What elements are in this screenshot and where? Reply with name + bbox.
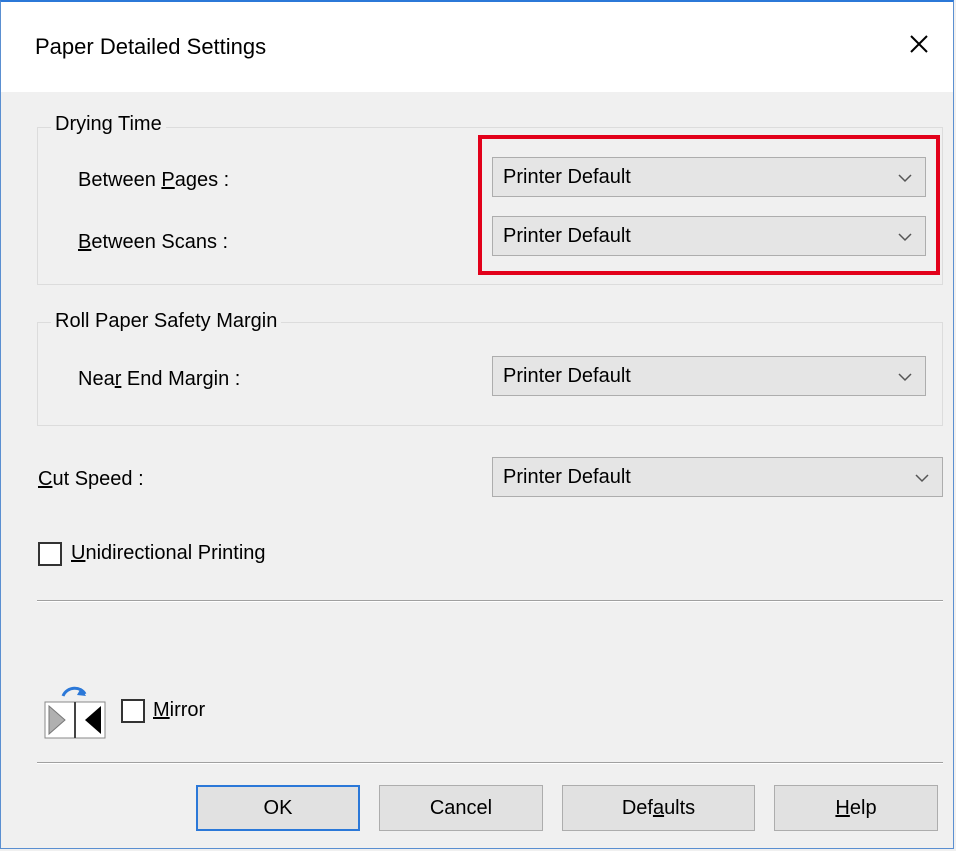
near-end-margin-dropdown[interactable]: Printer Default: [492, 356, 926, 396]
dialog-window: Paper Detailed Settings Drying Time Betw…: [0, 0, 954, 849]
highlight-box: [478, 135, 940, 275]
unidirectional-printing-label[interactable]: Unidirectional Printing: [71, 542, 266, 565]
mirror-print-icon: [43, 680, 107, 740]
mirror-checkbox[interactable]: [121, 699, 145, 723]
help-button[interactable]: Help: [774, 785, 938, 831]
ok-button[interactable]: OK: [196, 785, 360, 831]
defaults-button[interactable]: Defaults: [562, 785, 755, 831]
cancel-button[interactable]: Cancel: [379, 785, 543, 831]
cut-speed-value: Printer Default: [503, 466, 631, 488]
between-pages-label: Between Pages :: [78, 169, 230, 191]
unidirectional-printing-checkbox[interactable]: [38, 542, 62, 566]
between-scans-label: Between Scans :: [78, 231, 229, 253]
roll-paper-legend: Roll Paper Safety Margin: [51, 310, 282, 333]
cut-speed-dropdown[interactable]: Printer Default: [492, 457, 943, 497]
title-bar: Paper Detailed Settings: [1, 2, 953, 92]
drying-time-legend: Drying Time: [51, 113, 166, 136]
chevron-down-icon: [915, 474, 929, 483]
chevron-down-icon: [898, 373, 912, 382]
dialog-title: Paper Detailed Settings: [35, 34, 267, 59]
near-end-margin-label: Near End Margin :: [78, 368, 241, 390]
cut-speed-label: Cut Speed :: [38, 468, 144, 490]
close-icon[interactable]: [899, 24, 939, 64]
mirror-label[interactable]: Mirror: [153, 699, 205, 722]
near-end-margin-value: Printer Default: [503, 365, 631, 387]
